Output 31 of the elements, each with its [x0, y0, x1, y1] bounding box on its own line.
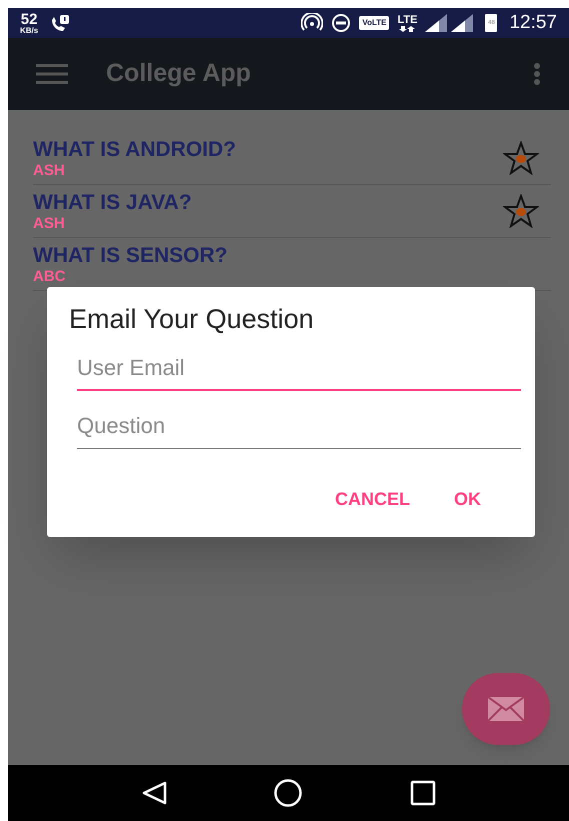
- recents-icon[interactable]: [410, 780, 436, 806]
- signal-icon: [451, 14, 474, 32]
- dialog-button[interactable]: CANCEL: [323, 480, 422, 519]
- input-field[interactable]: Question: [77, 404, 521, 449]
- call-alert-icon: [50, 14, 70, 32]
- hotspot-icon: [301, 13, 324, 33]
- menu-icon[interactable]: [36, 64, 68, 84]
- star-icon[interactable]: [503, 194, 539, 228]
- data-arrows-icon: [399, 26, 416, 32]
- question-author: ASH: [33, 216, 66, 230]
- question-author: ABC: [33, 268, 66, 284]
- question-author: ASH: [33, 162, 66, 178]
- clock: 12:57: [509, 10, 557, 35]
- question-title[interactable]: WHAT IS SENSOR?: [33, 244, 551, 266]
- signal-icon: [425, 14, 448, 32]
- star-icon[interactable]: [503, 141, 539, 175]
- dialog-button[interactable]: OK: [442, 480, 493, 519]
- more-options-icon[interactable]: [533, 62, 541, 86]
- volte-badge: VoLTE: [359, 16, 390, 30]
- input-field[interactable]: User Email: [77, 346, 521, 391]
- network-speed: 52: [20, 12, 38, 26]
- question-title[interactable]: WHAT IS ANDROID?: [33, 138, 503, 160]
- do-not-disturb-icon: [331, 13, 352, 33]
- question-title[interactable]: WHAT IS JAVA?: [33, 192, 503, 212]
- network-type: LTE: [397, 14, 418, 26]
- home-icon[interactable]: [273, 778, 304, 808]
- app-title: College App: [106, 58, 251, 90]
- dialog-title: Email Your Question: [69, 303, 315, 336]
- back-icon[interactable]: [141, 781, 168, 805]
- speed-unit: KB/s: [20, 26, 38, 34]
- envelope-icon: [488, 697, 524, 721]
